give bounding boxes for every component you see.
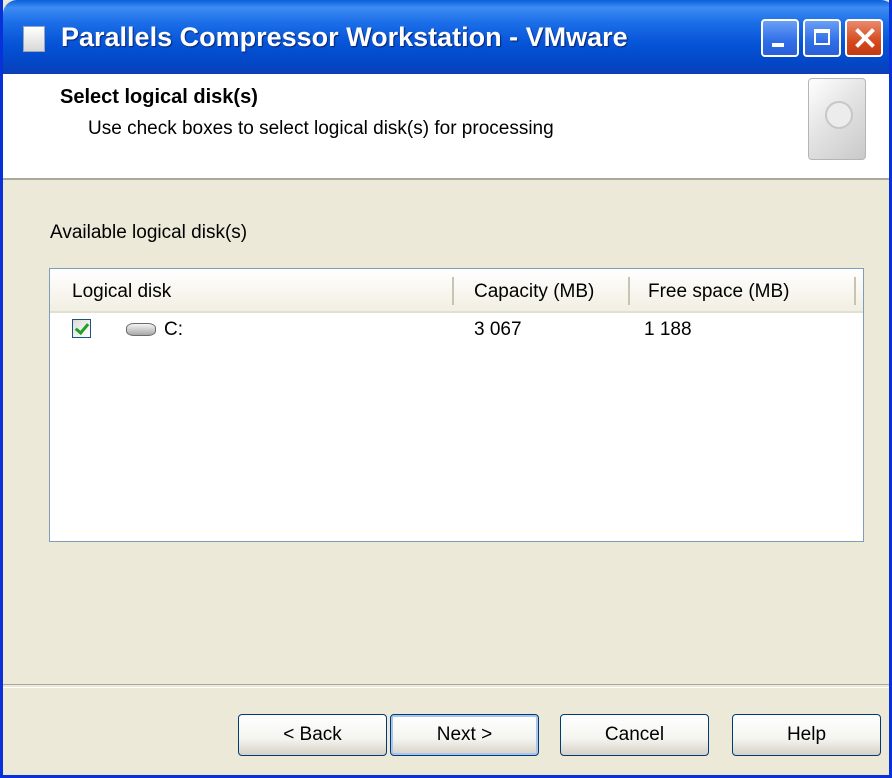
page-subtitle: Use check boxes to select logical disk(s… <box>88 118 554 139</box>
drive-icon <box>126 323 156 336</box>
disk-capacity: 3 067 <box>474 319 522 340</box>
close-button[interactable] <box>845 19 883 57</box>
list-header: Logical disk Capacity (MB) Free space (M… <box>50 269 863 313</box>
footer-divider <box>3 684 889 688</box>
column-divider[interactable] <box>628 277 630 305</box>
cancel-button[interactable]: Cancel <box>560 714 709 756</box>
available-disks-label: Available logical disk(s) <box>50 222 248 243</box>
hard-disk-icon <box>808 78 866 160</box>
minimize-button[interactable] <box>761 19 799 57</box>
wizard-window: Parallels Compressor Workstation - VMwar… <box>0 0 892 778</box>
window-title: Parallels Compressor Workstation - VMwar… <box>61 22 628 52</box>
wizard-header: Select logical disk(s) Use check boxes t… <box>3 74 889 180</box>
column-divider[interactable] <box>452 277 454 305</box>
column-header-free-space[interactable]: Free space (MB) <box>648 281 789 303</box>
disk-name: C: <box>164 319 183 340</box>
disk-free-space: 1 188 <box>644 319 692 340</box>
column-divider[interactable] <box>854 277 856 305</box>
back-button[interactable]: < Back <box>238 714 387 756</box>
help-button[interactable]: Help <box>732 714 881 756</box>
next-button[interactable]: Next > <box>390 714 539 756</box>
title-bar[interactable]: Parallels Compressor Workstation - VMwar… <box>3 0 889 74</box>
logical-disk-list[interactable]: Logical disk Capacity (MB) Free space (M… <box>49 268 864 542</box>
table-row[interactable]: C: 3 067 1 188 <box>50 313 863 347</box>
disk-checkbox[interactable] <box>72 319 91 338</box>
app-icon <box>23 26 45 52</box>
page-title: Select logical disk(s) <box>60 86 258 108</box>
column-header-logical-disk[interactable]: Logical disk <box>72 281 171 303</box>
column-header-capacity[interactable]: Capacity (MB) <box>474 281 594 303</box>
maximize-button[interactable] <box>803 19 841 57</box>
